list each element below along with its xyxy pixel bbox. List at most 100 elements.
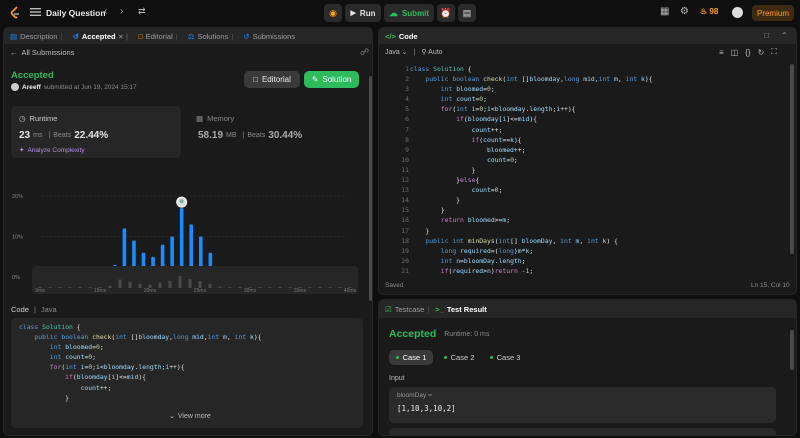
cloud-upload-icon: ☁ bbox=[388, 7, 398, 18]
pass-dot-icon bbox=[489, 356, 493, 359]
username[interactable]: Areeff bbox=[22, 84, 41, 91]
tab-accepted[interactable]: ↺ Accepted × | bbox=[73, 32, 129, 41]
editor-scrollbar[interactable] bbox=[790, 64, 794, 254]
link-icon[interactable]: ☍ bbox=[360, 47, 369, 58]
arrow-left-icon: ← bbox=[10, 48, 18, 57]
y-tick-label: 10% bbox=[12, 235, 23, 241]
chevron-down-icon: ⌄ bbox=[401, 49, 408, 56]
shuffle-icon[interactable]: ⇄ bbox=[138, 6, 146, 17]
tab-solutions[interactable]: ⚖ Solutions | bbox=[188, 32, 234, 41]
save-status: Saved bbox=[385, 282, 404, 289]
beats-label: Beats bbox=[53, 132, 72, 139]
editor-tab-bar: </> Code □ ⌃ bbox=[379, 28, 796, 44]
editor-code-area[interactable]: 12345678910111213141516171819202122 clas… bbox=[379, 64, 789, 276]
mini-x-tick-label: 15ms bbox=[94, 288, 107, 294]
mini-bar bbox=[278, 287, 282, 288]
tab-label: Description bbox=[20, 31, 58, 41]
fire-icon: ♨ bbox=[700, 7, 708, 16]
streak-counter[interactable]: ♨ 98 bbox=[700, 7, 718, 16]
auto-label: Auto bbox=[428, 49, 443, 56]
input-var-value: [1,10,3,10,2] bbox=[397, 404, 456, 413]
run-button[interactable]: ▶ Run bbox=[345, 4, 381, 22]
solution-button[interactable]: ✎ Solution bbox=[304, 71, 359, 88]
braces-icon[interactable]: {} bbox=[745, 48, 750, 57]
language-select[interactable]: Java ⌄ bbox=[385, 48, 408, 56]
notes-button[interactable]: ▤ bbox=[458, 4, 476, 22]
chevron-up-icon[interactable]: ⌃ bbox=[781, 31, 788, 40]
memory-unit: MB bbox=[226, 132, 237, 139]
line-numbers: 12345678910111213141516171819202122 bbox=[401, 65, 409, 275]
leetcode-logo-icon[interactable] bbox=[8, 6, 22, 20]
case-2-tab[interactable]: Case 2 bbox=[439, 350, 479, 365]
alarm-icon: ⏰ bbox=[440, 7, 452, 18]
memory-card[interactable]: ▦ Memory 58.19 MB | Beats 30.44% bbox=[186, 106, 366, 158]
mini-x-tick-label: 30ms bbox=[244, 288, 257, 294]
mini-bar bbox=[338, 287, 342, 288]
problem-list-icon[interactable] bbox=[30, 7, 41, 17]
submit-label: Submit bbox=[401, 8, 430, 18]
mini-bar bbox=[168, 281, 172, 288]
back-to-submissions[interactable]: ← All Submissions bbox=[10, 48, 74, 57]
streak-value: 98 bbox=[709, 7, 719, 16]
tab-testcase[interactable]: ☑ Testcase | bbox=[385, 305, 429, 314]
runtime-card[interactable]: ◷ Runtime 23 ms | Beats 22.44% ✦ Analyze… bbox=[11, 106, 181, 158]
expand-icon[interactable]: ⛶ bbox=[771, 47, 777, 57]
case-label: Case 1 bbox=[402, 353, 427, 362]
chevron-left-icon[interactable]: ‹ bbox=[104, 6, 107, 17]
mini-bar bbox=[48, 287, 52, 288]
y-tick-label: 0% bbox=[12, 275, 20, 281]
mini-x-tick-label: 25ms bbox=[194, 288, 207, 294]
close-icon[interactable]: × bbox=[119, 32, 123, 41]
submitted-code: class Solution { public boolean check(in… bbox=[19, 323, 262, 402]
left-panel: ▤ Description | ↺ Accepted × | □ Editorial | ⚖ S… bbox=[3, 27, 373, 436]
bookmark-icon[interactable]: ◫ bbox=[731, 48, 739, 57]
layout-grid-icon[interactable]: ▦ bbox=[660, 6, 669, 17]
chevron-right-icon[interactable]: › bbox=[120, 6, 123, 17]
result-scrollbar[interactable] bbox=[790, 330, 794, 370]
submit-button[interactable]: ☁ Submit bbox=[384, 4, 434, 22]
back-label: All Submissions bbox=[21, 48, 75, 57]
tab-description[interactable]: ▤ Description | bbox=[10, 32, 63, 41]
analyze-label: Analyze Complexity bbox=[27, 146, 85, 154]
mini-bar bbox=[138, 283, 142, 288]
gear-icon[interactable]: ⚙ bbox=[680, 6, 689, 17]
code-header: Code | Java bbox=[11, 305, 57, 314]
format-icon[interactable]: ≡ bbox=[719, 48, 724, 57]
tab-test-result[interactable]: >_ Test Result bbox=[435, 305, 486, 314]
flask-icon: ⚖ bbox=[187, 31, 195, 41]
mini-bar bbox=[188, 278, 192, 288]
debug-button[interactable]: ◉ bbox=[324, 4, 342, 22]
case-3-tab[interactable]: Case 3 bbox=[485, 350, 525, 365]
range-navigator-svg[interactable]: 9ms 15ms 20ms 25ms 30ms 35ms 40ms bbox=[32, 266, 358, 294]
mini-bar bbox=[88, 287, 92, 288]
mini-bar bbox=[308, 287, 312, 288]
pass-dot-icon bbox=[395, 356, 399, 359]
timer-button[interactable]: ⏰ bbox=[437, 4, 455, 22]
analyze-complexity-link[interactable]: ✦ Analyze Complexity bbox=[19, 146, 85, 155]
tab-label: Code bbox=[398, 31, 418, 41]
memory-values: 58.19 MB | Beats 30.44% bbox=[198, 130, 303, 141]
tab-label: Submissions bbox=[252, 31, 296, 41]
autocomplete-toggle[interactable]: ⚲ Auto bbox=[421, 48, 442, 56]
reset-icon[interactable]: ↻ bbox=[758, 48, 765, 57]
mini-bar bbox=[58, 287, 62, 288]
left-panel-scrollbar[interactable] bbox=[369, 76, 372, 301]
mini-bar bbox=[128, 281, 132, 288]
window-icon[interactable]: □ bbox=[764, 31, 769, 40]
page-title[interactable]: Daily Question bbox=[46, 8, 106, 18]
case-1-tab[interactable]: Case 1 bbox=[389, 350, 433, 365]
avatar[interactable] bbox=[732, 7, 743, 18]
history-icon: ↺ bbox=[243, 31, 250, 41]
result-header: Accepted Runtime: 0 ms bbox=[389, 328, 489, 340]
book-icon: □ bbox=[253, 75, 258, 84]
tab-editorial[interactable]: □ Editorial | bbox=[138, 32, 178, 41]
editor-code[interactable]: class Solution { public boolean check(in… bbox=[410, 64, 653, 276]
result-runtime: Runtime: 0 ms bbox=[444, 330, 490, 338]
premium-button[interactable]: Premium bbox=[752, 5, 794, 21]
tab-submissions[interactable]: ↺ Submissions bbox=[243, 32, 295, 41]
view-more-button[interactable]: ⌄ View more bbox=[169, 412, 211, 421]
tab-code[interactable]: </> Code bbox=[385, 32, 418, 41]
editorial-button[interactable]: □ Editorial bbox=[244, 71, 300, 88]
result-tab-bar: ☑ Testcase | >_ Test Result bbox=[379, 300, 796, 318]
runtime-value: 23 bbox=[19, 130, 31, 141]
